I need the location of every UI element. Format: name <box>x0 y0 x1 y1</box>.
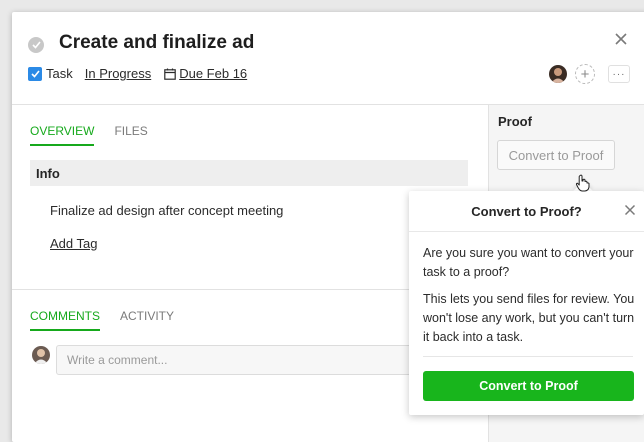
convert-proof-popover: Convert to Proof? Are you sure you want … <box>409 191 644 415</box>
add-assignee-icon[interactable]: + <box>575 64 595 84</box>
proof-label: Proof <box>498 114 532 129</box>
calendar-icon <box>164 68 177 80</box>
task-header: Create and finalize ad Task In Progress … <box>12 12 644 105</box>
task-title[interactable]: Create and finalize ad <box>59 32 254 54</box>
complete-checkmark-icon[interactable] <box>28 37 44 53</box>
tab-overview[interactable]: OVERVIEW <box>30 124 95 146</box>
close-icon[interactable] <box>624 204 636 216</box>
tab-activity[interactable]: ACTIVITY <box>120 309 174 331</box>
user-avatar <box>32 346 50 364</box>
popover-title: Convert to Proof? <box>409 191 644 232</box>
due-date-link[interactable]: Due Feb 16 <box>179 66 247 81</box>
confirm-convert-button[interactable]: Convert to Proof <box>423 371 634 401</box>
task-meta: Task In Progress Due Feb 16 <box>28 66 247 81</box>
task-type-label: Task <box>46 66 73 81</box>
assignee-avatar[interactable] <box>549 65 567 83</box>
tab-comments[interactable]: COMMENTS <box>30 309 100 331</box>
tab-files[interactable]: FILES <box>114 124 147 146</box>
task-description[interactable]: Finalize ad design after concept meeting <box>50 203 283 218</box>
popover-question: Are you sure you want to convert your ta… <box>423 246 634 279</box>
more-options-button[interactable]: ··· <box>608 65 630 83</box>
popover-explanation: This lets you send files for review. You… <box>423 292 635 344</box>
add-tag-link[interactable]: Add Tag <box>50 236 97 251</box>
hand-cursor-icon <box>575 174 590 192</box>
comment-input[interactable]: Write a comment... <box>56 345 436 375</box>
close-icon[interactable] <box>614 32 628 46</box>
info-section-header: Info <box>30 160 468 186</box>
comment-tabs: COMMENTS ACTIVITY <box>30 309 194 331</box>
convert-to-proof-button[interactable]: Convert to Proof <box>497 140 615 170</box>
task-checkbox-icon <box>28 66 42 81</box>
popover-divider <box>423 356 633 357</box>
status-link[interactable]: In Progress <box>85 66 151 81</box>
overview-tabs: OVERVIEW FILES <box>30 124 168 146</box>
